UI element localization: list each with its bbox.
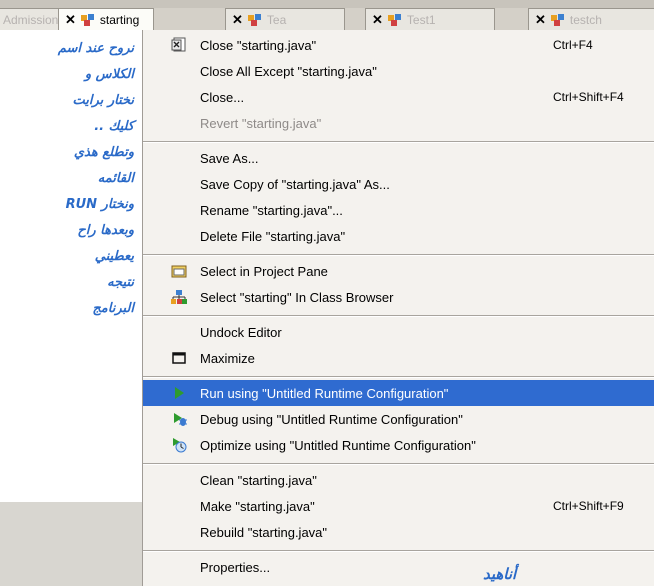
menu-item-run[interactable]: Run using "Untitled Runtime Configuratio… [143, 380, 654, 406]
menu-item-shortcut: Ctrl+Shift+F9 [553, 499, 624, 513]
editor-tab-bar: Admission ✕ starting ✕ Tea ✕ Test1 ✕ tes… [0, 0, 654, 30]
run-icon [171, 385, 187, 401]
menu-item-delete-file[interactable]: Delete File "starting.java" [143, 223, 654, 249]
tab-strip-background [0, 0, 654, 8]
editor-left-pane: نروح عند اسم الكلاس و نختار برايت كليك .… [0, 30, 142, 586]
menu-item-undock-editor[interactable]: Undock Editor [143, 319, 654, 345]
menu-item-make[interactable]: Make "starting.java" Ctrl+Shift+F9 [143, 493, 654, 519]
tab-starting[interactable]: ✕ starting [58, 8, 154, 30]
menu-item-optimize[interactable]: Optimize using "Untitled Runtime Configu… [143, 432, 654, 458]
annotation-line: ونختار RUN [65, 197, 134, 212]
menu-item-label: Save As... [200, 150, 259, 166]
annotation-line: كليك .. [94, 119, 134, 134]
java-class-icon [550, 13, 566, 27]
menu-item-label: Undock Editor [200, 324, 282, 340]
menu-item-label: Maximize [200, 350, 255, 366]
editor-tab-context-menu: Close "starting.java" Ctrl+F4 Close All … [142, 30, 654, 586]
menu-item-rename[interactable]: Rename "starting.java"... [143, 197, 654, 223]
close-tab-icon[interactable]: ✕ [232, 12, 243, 28]
menu-item-close-all-except[interactable]: Close All Except "starting.java" [143, 58, 654, 84]
tab-label: Admission [3, 12, 59, 27]
menu-separator [143, 550, 654, 552]
menu-item-close-dialog[interactable]: Close... Ctrl+Shift+F4 [143, 84, 654, 110]
menu-item-label: Close "starting.java" [200, 37, 317, 53]
menu-item-label: Close All Except "starting.java" [200, 63, 377, 79]
menu-item-label: Revert "starting.java" [200, 115, 322, 131]
menu-item-label: Rename "starting.java"... [200, 202, 343, 218]
optimize-icon [171, 437, 187, 453]
menu-item-close[interactable]: Close "starting.java" Ctrl+F4 [143, 32, 654, 58]
status-strip [0, 502, 142, 586]
close-tab-icon[interactable]: ✕ [535, 12, 546, 28]
annotation-line: الكلاس و [84, 67, 134, 82]
menu-item-save-as[interactable]: Save As... [143, 145, 654, 171]
tab-test1[interactable]: ✕ Test1 [365, 8, 495, 30]
menu-item-label: Rebuild "starting.java" [200, 524, 328, 540]
menu-separator [143, 376, 654, 378]
annotation-line: يعطيني [94, 249, 134, 264]
menu-separator [143, 463, 654, 465]
menu-item-label: Select in Project Pane [200, 263, 328, 279]
project-pane-icon [171, 263, 187, 279]
close-file-icon [171, 37, 187, 53]
close-tab-icon[interactable]: ✕ [65, 12, 76, 28]
debug-icon [171, 411, 187, 427]
menu-item-label: Debug using "Untitled Runtime Configurat… [200, 411, 463, 427]
tab-testch[interactable]: ✕ testch [528, 8, 654, 30]
menu-item-shortcut: Ctrl+F4 [553, 38, 593, 52]
tab-label: starting [99, 12, 140, 27]
menu-item-save-copy[interactable]: Save Copy of "starting.java" As... [143, 171, 654, 197]
menu-item-label: Save Copy of "starting.java" As... [200, 176, 390, 192]
menu-item-select-in-project-pane[interactable]: Select in Project Pane [143, 258, 654, 284]
tab-label: Tea [266, 12, 287, 27]
arabic-annotation: نروح عند اسم الكلاس و نختار برايت كليك .… [0, 36, 142, 322]
menu-item-label: Run using "Untitled Runtime Configuratio… [200, 385, 449, 401]
menu-separator [143, 254, 654, 256]
menu-item-label: Close... [200, 89, 245, 105]
author-signature: أناهيد [483, 565, 517, 583]
close-tab-icon[interactable]: ✕ [372, 12, 383, 28]
tab-label: Test1 [406, 12, 436, 27]
java-class-icon [247, 13, 263, 27]
menu-item-label: Properties... [200, 559, 271, 575]
maximize-icon [171, 350, 187, 366]
class-hierarchy-icon [171, 289, 187, 305]
menu-separator [143, 315, 654, 317]
menu-item-label: Select "starting" In Class Browser [200, 289, 394, 305]
annotation-line: القائمه [97, 171, 134, 186]
annotation-line: وبعدها راح [77, 223, 134, 238]
menu-item-debug[interactable]: Debug using "Untitled Runtime Configurat… [143, 406, 654, 432]
menu-item-select-in-class-browser[interactable]: Select "starting" In Class Browser [143, 284, 654, 310]
java-class-icon [80, 13, 96, 27]
menu-item-properties[interactable]: Properties... [143, 554, 654, 580]
tab-label: testch [569, 12, 602, 27]
menu-item-label: Make "starting.java" [200, 498, 315, 514]
annotation-line: نختار برايت [72, 93, 134, 108]
annotation-line: نتيجه [107, 275, 134, 290]
menu-item-revert[interactable]: Revert "starting.java" [143, 110, 654, 136]
annotation-line: نروح عند اسم [57, 41, 134, 56]
menu-item-clean[interactable]: Clean "starting.java" [143, 467, 654, 493]
java-class-icon [387, 13, 403, 27]
menu-item-label: Optimize using "Untitled Runtime Configu… [200, 437, 476, 453]
menu-item-label: Delete File "starting.java" [200, 228, 346, 244]
menu-item-label: Clean "starting.java" [200, 472, 317, 488]
menu-item-rebuild[interactable]: Rebuild "starting.java" [143, 519, 654, 545]
tab-tea[interactable]: ✕ Tea [225, 8, 345, 30]
menu-separator [143, 141, 654, 143]
menu-item-shortcut: Ctrl+Shift+F4 [553, 90, 624, 104]
annotation-line: وتطلع هذي [73, 145, 134, 160]
annotation-line: البرنامج [92, 301, 134, 316]
menu-item-maximize[interactable]: Maximize [143, 345, 654, 371]
